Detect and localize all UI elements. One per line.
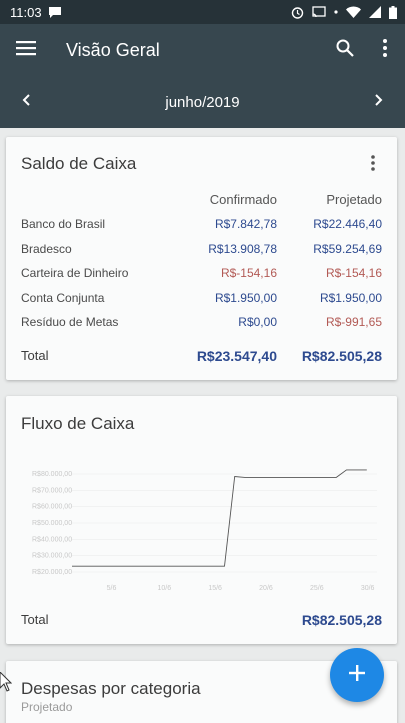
confirmed-value: R$13.908,78 (208, 241, 277, 256)
fluxo-title: Fluxo de Caixa (21, 414, 135, 433)
x-tick-label: 5/6 (107, 585, 117, 592)
app-bar: Visão Geral (0, 24, 405, 76)
saldo-card: Saldo de Caixa Confirmado Projetado Banc… (6, 137, 397, 380)
fluxo-card: Fluxo de Caixa R$20.000,00 R$30.000,00 R$4… (6, 396, 397, 644)
projected-value: R$22.446,40 (313, 217, 382, 231)
y-tick-label: R$80.000,00 (32, 471, 72, 478)
battery-icon (389, 5, 397, 19)
fluxo-chart: R$20.000,00 R$30.000,00 R$40.000,00 R$50.00… (32, 469, 377, 592)
fluxo-total-value: R$82.505,28 (301, 612, 382, 628)
despesas-subtitle: Projetado (21, 700, 73, 714)
saldo-row: Conta Conjunta R$1.950,00 R$1.950,00 (6, 291, 397, 315)
more-options-button[interactable] (365, 26, 405, 74)
dot-icon (334, 10, 338, 14)
page-title: Visão Geral (66, 39, 160, 60)
plus-icon (349, 664, 365, 686)
saldo-row: Banco do Brasil R$7.842,78 R$22.446,40 (6, 217, 397, 241)
projected-value: R$-991,65 (325, 315, 382, 329)
x-tick-label: 20/6 (259, 585, 273, 592)
more-vert-icon (371, 154, 375, 176)
confirmed-value: R$0,00 (238, 315, 277, 329)
saldo-row: Carteira de Dinheiro R$-154,16 R$-154,16 (6, 266, 397, 290)
despesas-title: Despesas por categoria (21, 679, 201, 698)
x-tick-label: 10/6 (158, 585, 172, 592)
chat-icon (48, 6, 62, 18)
next-month-button[interactable] (353, 76, 405, 128)
more-vert-icon (383, 38, 387, 62)
alarm-icon (291, 6, 304, 19)
confirmed-value: R$7.842,78 (214, 217, 277, 231)
previous-month-button[interactable] (0, 76, 52, 128)
y-tick-label: R$60.000,00 (32, 504, 72, 511)
y-tick-label: R$30.000,00 (32, 553, 72, 560)
projected-value: R$1.950,00 (319, 290, 382, 305)
wifi-icon (346, 6, 361, 18)
confirmed-value: R$1.950,00 (214, 290, 277, 305)
projected-value: R$-154,16 (325, 266, 382, 280)
menu-button[interactable] (0, 24, 52, 76)
current-month: junho/2019 (165, 93, 240, 111)
total-projected: R$82.505,28 (301, 348, 382, 364)
chevron-right-icon (375, 93, 383, 111)
total-confirmed: R$23.547,40 (196, 348, 277, 364)
total-label: Total (21, 348, 49, 363)
status-time: 11:03 (10, 4, 42, 20)
y-tick-label: R$50.000,00 (32, 520, 72, 527)
column-confirmed: Confirmado (209, 192, 277, 207)
mouse-cursor-icon (0, 671, 13, 697)
saldo-row: Resíduo de Metas R$0,00 R$-991,65 (6, 315, 397, 339)
signal-icon (369, 6, 381, 18)
x-tick-label: 25/6 (310, 585, 324, 592)
month-navigator: junho/2019 (0, 76, 405, 128)
saldo-row: Bradesco R$13.908,78 R$59.254,69 (6, 242, 397, 266)
add-button[interactable] (330, 648, 384, 702)
saldo-options-button[interactable] (367, 154, 379, 176)
search-button[interactable] (325, 26, 365, 74)
fluxo-total-label: Total (21, 612, 49, 627)
account-name: Conta Conjunta (21, 290, 105, 305)
confirmed-value: R$-154,16 (220, 266, 277, 280)
y-tick-label: R$20.000,00 (32, 569, 72, 576)
saldo-title: Saldo de Caixa (21, 154, 137, 173)
account-name: Bradesco (21, 241, 72, 256)
y-tick-label: R$70.000,00 (32, 487, 72, 494)
x-tick-label: 15/6 (208, 585, 222, 592)
account-name: Carteira de Dinheiro (21, 266, 129, 280)
status-bar: 11:03 (0, 0, 405, 24)
account-name: Banco do Brasil (21, 217, 106, 231)
menu-icon (16, 40, 36, 61)
x-tick-label: 30/6 (361, 585, 375, 592)
cast-icon (312, 6, 326, 18)
account-name: Resíduo de Metas (21, 315, 119, 329)
search-icon (336, 39, 354, 62)
y-tick-label: R$40.000,00 (32, 536, 72, 543)
projected-value: R$59.254,69 (313, 241, 382, 256)
chevron-left-icon (22, 93, 30, 111)
column-projected: Projetado (326, 192, 382, 207)
series-line (72, 469, 367, 567)
